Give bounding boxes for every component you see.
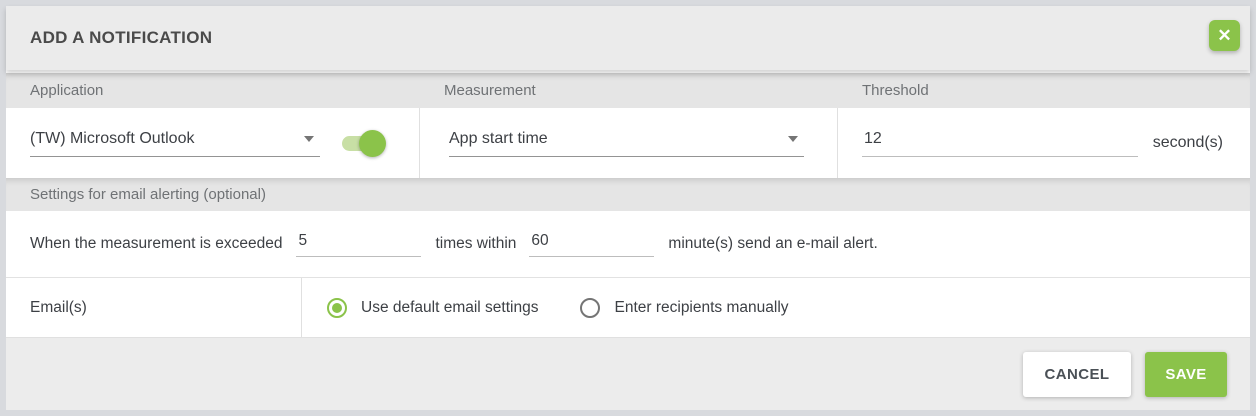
threshold-cell: second(s) [838, 108, 1250, 178]
email-alerting-section-label: Settings for email alerting (optional) [30, 186, 266, 203]
chevron-down-icon [304, 136, 314, 142]
threshold-input[interactable] [862, 130, 1138, 157]
application-cell: (TW) Microsoft Outlook [6, 108, 420, 178]
add-notification-dialog: ADD A NOTIFICATION ✕ Application Measure… [6, 6, 1250, 410]
chevron-down-icon [788, 136, 798, 142]
application-column-label: Application [6, 82, 420, 99]
dialog-titlebar: ADD A NOTIFICATION ✕ [6, 6, 1250, 70]
measurement-select[interactable]: App start time [449, 130, 804, 157]
email-alerting-section-header: Settings for email alerting (optional) [6, 178, 1250, 211]
sentence-middle: times within [435, 235, 516, 253]
dialog-title: ADD A NOTIFICATION [30, 28, 1209, 48]
sentence-suffix: minute(s) send an e-mail alert. [668, 235, 877, 253]
application-enabled-toggle[interactable] [342, 136, 379, 151]
application-select[interactable]: (TW) Microsoft Outlook [30, 130, 320, 157]
save-button[interactable]: SAVE [1145, 352, 1227, 397]
minutes-window-input[interactable] [529, 232, 654, 257]
emails-row: Email(s) Use default email settings Ente… [6, 278, 1250, 337]
dialog-footer: CANCEL SAVE [6, 337, 1250, 410]
column-header-strip: Application Measurement Threshold [6, 73, 1250, 108]
threshold-column-label: Threshold [838, 82, 1250, 99]
close-icon[interactable]: ✕ [1209, 20, 1240, 51]
selection-row: (TW) Microsoft Outlook App start time se… [6, 108, 1250, 178]
application-select-value: (TW) Microsoft Outlook [30, 130, 304, 148]
radio-option-label: Enter recipients manually [614, 299, 788, 317]
radio-option-label: Use default email settings [361, 299, 538, 317]
radio-unselected-icon[interactable] [580, 298, 600, 318]
radio-option-default-email[interactable]: Use default email settings [327, 298, 538, 318]
radio-option-manual-recipients[interactable]: Enter recipients manually [580, 298, 788, 318]
measurement-cell: App start time [420, 108, 838, 178]
times-exceeded-input[interactable] [296, 232, 421, 257]
threshold-unit-label: second(s) [1153, 134, 1223, 152]
email-mode-radio-group: Use default email settings Enter recipie… [302, 278, 789, 337]
measurement-select-value: App start time [449, 130, 788, 148]
sentence-prefix: When the measurement is exceeded [30, 235, 282, 253]
radio-selected-icon[interactable] [327, 298, 347, 318]
alert-condition-row: When the measurement is exceeded times w… [6, 211, 1250, 278]
measurement-column-label: Measurement [420, 82, 838, 99]
cancel-button[interactable]: CANCEL [1023, 352, 1131, 397]
emails-label: Email(s) [6, 278, 302, 337]
toggle-knob [359, 130, 386, 157]
